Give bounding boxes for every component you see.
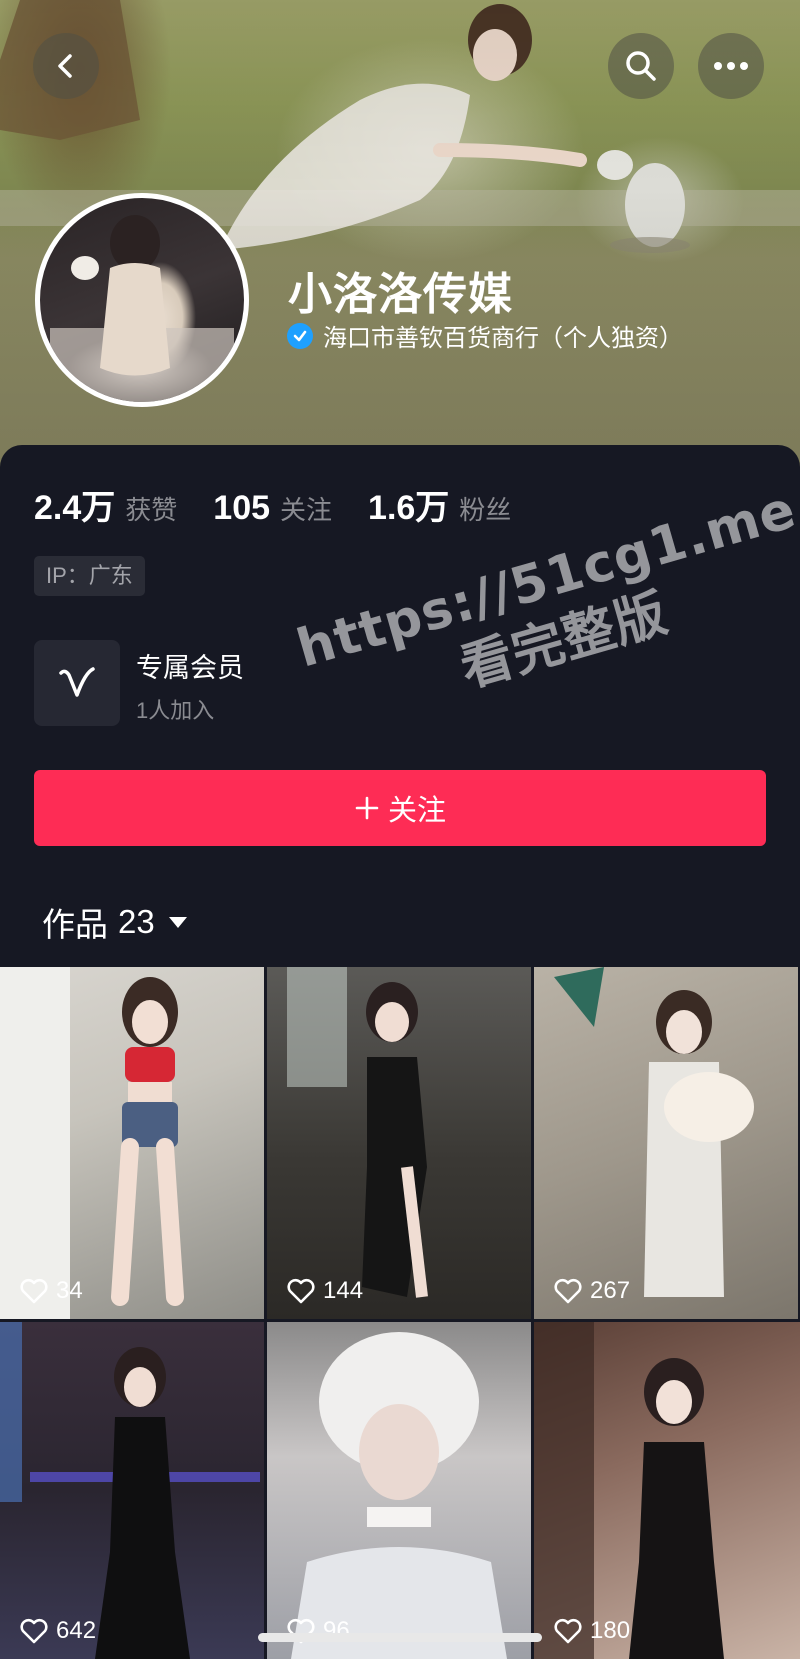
back-button[interactable] — [33, 33, 99, 99]
verified-check-icon — [287, 322, 313, 349]
video-likes: 34 — [20, 1277, 83, 1305]
thumbnail-image — [554, 967, 754, 1297]
profile-name: 小洛洛传媒 — [288, 270, 513, 319]
works-label: 作品 — [42, 906, 108, 943]
stats-row: 2.4万 获赞 105 关注 1.6万 粉丝 — [34, 480, 547, 529]
search-button[interactable] — [608, 33, 674, 99]
video-likes: 642 — [20, 1617, 96, 1645]
home-indicator[interactable] — [258, 1633, 542, 1642]
following-label[interactable]: 关注 — [280, 490, 332, 527]
ip-location-tag: IP：广东 — [34, 556, 145, 596]
thumbnail-image — [287, 967, 428, 1298]
video-thumbnail[interactable]: 180 — [534, 1322, 800, 1659]
membership-subtitle: 1人加入 — [136, 698, 215, 723]
video-likes-count: 34 — [56, 1277, 83, 1304]
caret-down-icon — [168, 916, 187, 928]
likes-label[interactable]: 获赞 — [125, 490, 177, 527]
video-likes-count: 144 — [323, 1277, 364, 1304]
following-count[interactable]: 105 — [213, 489, 270, 528]
video-thumbnail[interactable]: 267 — [534, 967, 798, 1319]
more-button[interactable] — [698, 33, 764, 99]
video-likes: 144 — [287, 1277, 363, 1305]
avatar-image — [50, 215, 234, 402]
followers-label[interactable]: 粉丝 — [459, 490, 511, 527]
plus-icon — [355, 796, 379, 820]
heart-icon — [554, 1618, 582, 1644]
membership-icon[interactable] — [34, 640, 120, 726]
video-likes: 180 — [554, 1617, 630, 1645]
heart-icon — [20, 1618, 48, 1644]
follow-button[interactable]: 关注 — [34, 770, 766, 846]
heart-icon — [20, 1278, 48, 1304]
search-icon — [626, 51, 656, 81]
video-thumbnail[interactable]: 144 — [267, 967, 531, 1319]
thumbnail-image — [534, 1322, 724, 1659]
heart-icon — [554, 1278, 582, 1304]
verified-company: 海口市善钦百货商行（个人独资） — [323, 325, 683, 352]
video-likes-count: 267 — [590, 1277, 631, 1304]
followers-count[interactable]: 1.6万 — [368, 480, 449, 529]
video-thumbnail[interactable]: 642 — [0, 1322, 264, 1659]
more-dots-icon — [714, 62, 748, 70]
avatar[interactable] — [35, 193, 249, 407]
thumbnail-image — [291, 1332, 507, 1659]
chevron-left-icon — [58, 54, 72, 78]
video-thumbnail[interactable]: 96 — [267, 1322, 531, 1659]
video-likes-count: 180 — [590, 1617, 631, 1644]
works-tab[interactable]: 作品 23 — [42, 898, 187, 946]
works-count: 23 — [118, 903, 155, 940]
likes-count[interactable]: 2.4万 — [34, 480, 115, 529]
thumbnail-image — [0, 967, 184, 1319]
verification-row: 海口市善钦百货商行（个人独资） — [287, 318, 683, 353]
video-likes: 267 — [554, 1277, 630, 1305]
membership-title[interactable]: 专属会员 — [136, 646, 244, 685]
heart-icon — [287, 1278, 315, 1304]
video-thumbnail[interactable]: 34 — [0, 967, 264, 1319]
thumbnail-image — [0, 1322, 260, 1659]
follow-button-label: 关注 — [387, 795, 446, 827]
v-logo-icon — [59, 667, 95, 697]
video-likes-count: 642 — [56, 1617, 97, 1644]
